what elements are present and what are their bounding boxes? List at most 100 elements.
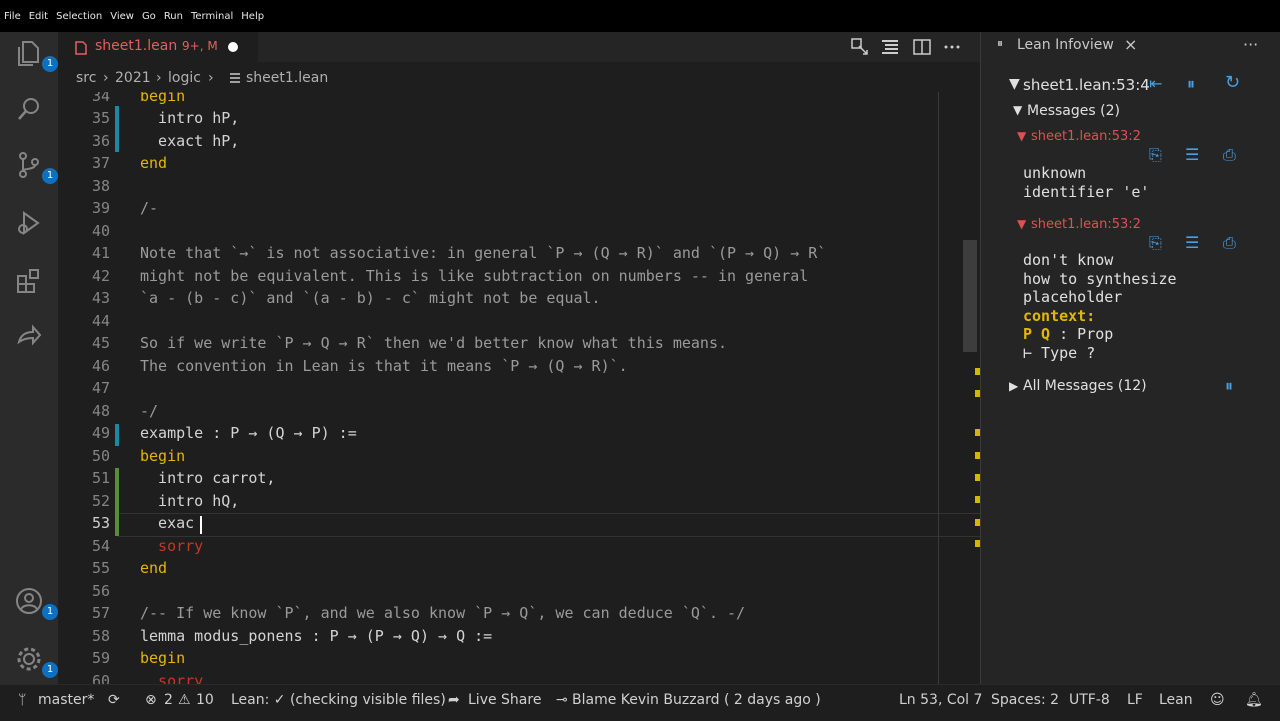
all-messages[interactable]: All Messages (12) [1023,378,1147,394]
breadcrumb-2021[interactable]: 2021 [115,70,151,86]
collapse-icon[interactable]: ▼ [1013,103,1022,117]
accounts-badge: 1 [42,604,58,620]
close-icon[interactable]: × [1124,35,1137,54]
line-number: 50 [91,447,110,465]
text-cursor [200,516,202,534]
code-line: -/ [140,402,159,420]
open-preview-icon[interactable] [850,37,870,57]
expand-icon[interactable]: ▼ [1009,76,1020,92]
menu-view[interactable]: View [110,11,134,22]
goto-icon[interactable]: ☰ [1185,233,1199,252]
search-icon[interactable] [14,94,44,124]
menu-edit[interactable]: Edit [29,11,48,22]
menu-selection[interactable]: Selection [56,11,102,22]
code-line: /- [140,199,159,217]
message-location[interactable]: sheet1.lean:53:2 [1031,217,1141,232]
menu-run[interactable]: Run [164,11,183,22]
indentation[interactable]: Spaces: 2 [991,692,1059,708]
line-number: 53 [91,514,110,532]
expand-icon[interactable]: ▶ [1009,379,1018,393]
language-mode[interactable]: Lean [1159,692,1193,708]
infoview-toggle-icon[interactable] [880,37,900,57]
feedback-icon[interactable]: ☺ [1210,692,1225,708]
code-line: example : P → (Q → P) := [140,424,357,442]
accounts-icon[interactable]: 1 [14,586,58,620]
settings-gear-icon[interactable]: 1 [14,644,58,678]
settings-badge: 1 [42,662,58,678]
line-number: 44 [91,312,110,330]
collapse-icon[interactable]: ▼ [1017,217,1026,231]
message-body: unknown identifier 'e' [1023,164,1150,201]
lean-file-icon [75,41,87,55]
pin-icon[interactable]: ⇤ [1149,74,1162,93]
more-actions-icon[interactable] [942,37,962,57]
goto-icon[interactable]: ☰ [1185,145,1199,164]
code-editor[interactable]: 34 begin 35 intro hP, 36 exact hP, 37 en… [58,92,980,684]
copy-to-comment-icon[interactable]: ⎘ [1149,233,1162,253]
explorer-badge: 1 [42,56,58,72]
collapse-icon[interactable]: ▼ [1017,129,1026,143]
activity-bar: 1 1 1 1 [0,32,58,684]
menu-help[interactable]: Help [241,11,264,22]
messages-header[interactable]: Messages (2) [1027,103,1120,119]
split-editor-icon[interactable] [912,37,932,57]
line-number: 54 [91,537,110,555]
git-commit-icon: ⊸ [556,692,568,708]
error-count[interactable]: 2 [164,692,173,708]
pause-icon[interactable]: ⏸ [1187,74,1195,94]
menu-go[interactable]: Go [142,11,156,22]
line-number: 37 [91,154,110,172]
line-number: 57 [91,604,110,622]
refresh-icon[interactable]: ↻ [1225,72,1240,93]
editor-tab-bar: sheet1.lean 9+, M [58,32,980,63]
branch-icon[interactable]: ᛘ [18,692,26,708]
live-share[interactable]: Live Share [468,692,541,708]
hypothesis-type: : Prop [1050,325,1114,343]
git-blame[interactable]: Blame Kevin Buzzard ( 2 days ago ) [572,692,821,708]
message-location[interactable]: sheet1.lean:53:2 [1031,129,1141,144]
symbol-icon [230,73,240,83]
live-share-icon[interactable]: ➦ [448,692,460,708]
branch-name[interactable]: master* [38,692,94,708]
line-ending[interactable]: LF [1127,692,1143,708]
message-body: don't know how to synthesize placeholder… [1023,251,1177,362]
pause-icon[interactable]: ⏸ [1225,376,1233,396]
line-number: 60 [91,672,110,684]
more-actions-icon[interactable]: ··· [1243,35,1258,54]
line-number: 58 [91,627,110,645]
notifications-bell-icon[interactable]: 🔔︎ [1245,692,1263,708]
menu-terminal[interactable]: Terminal [191,11,233,22]
cursor-position[interactable]: Ln 53, Col 7 [899,692,982,708]
code-line-current[interactable]: exac [140,514,194,532]
extensions-icon[interactable] [14,266,44,296]
breadcrumb-logic[interactable]: logic [168,70,201,86]
menu-bar: File Edit Selection View Go Run Terminal… [0,0,1280,32]
breadcrumb-src[interactable]: src [76,70,96,86]
live-share-icon[interactable] [14,322,44,352]
tab-sheet1[interactable]: sheet1.lean 9+, M [58,32,258,63]
unsaved-dot-icon[interactable] [228,42,238,52]
error-icon[interactable]: ⊗ [145,692,157,708]
warning-count[interactable]: 10 [196,692,214,708]
code-line: So if we write `P → Q → R` then we'd bet… [140,334,727,352]
code-line: `a - (b - c)` and `(a - b) - c` might no… [140,289,601,307]
breadcrumb-file[interactable]: sheet1.lean [246,70,328,86]
explorer-icon[interactable]: 1 [14,38,58,72]
line-number: 42 [91,267,110,285]
copy-to-comment-icon[interactable]: ⎘ [1149,145,1162,165]
copy-icon[interactable]: ⎙ [1223,233,1236,253]
goal: ⊢ Type ? [1023,343,1096,362]
code-line: intro carrot, [140,469,276,487]
code-line: /-- If we know `P`, and we also know `P … [140,604,746,622]
code-line: Note that `→` is not associative: in gen… [140,244,827,262]
sync-icon[interactable]: ⟳ [108,692,120,708]
infoview-location[interactable]: sheet1.lean:53:4 [1023,76,1150,94]
encoding[interactable]: UTF-8 [1069,692,1110,708]
run-debug-icon[interactable] [14,208,44,238]
scrollbar-slider[interactable] [963,240,977,352]
source-control-icon[interactable]: 1 [14,150,58,184]
lean-status[interactable]: Lean: ✓ (checking visible files) [231,692,446,708]
menu-file[interactable]: File [4,11,21,22]
copy-icon[interactable]: ⎙ [1223,145,1236,165]
warning-icon[interactable]: ⚠ [178,692,191,708]
